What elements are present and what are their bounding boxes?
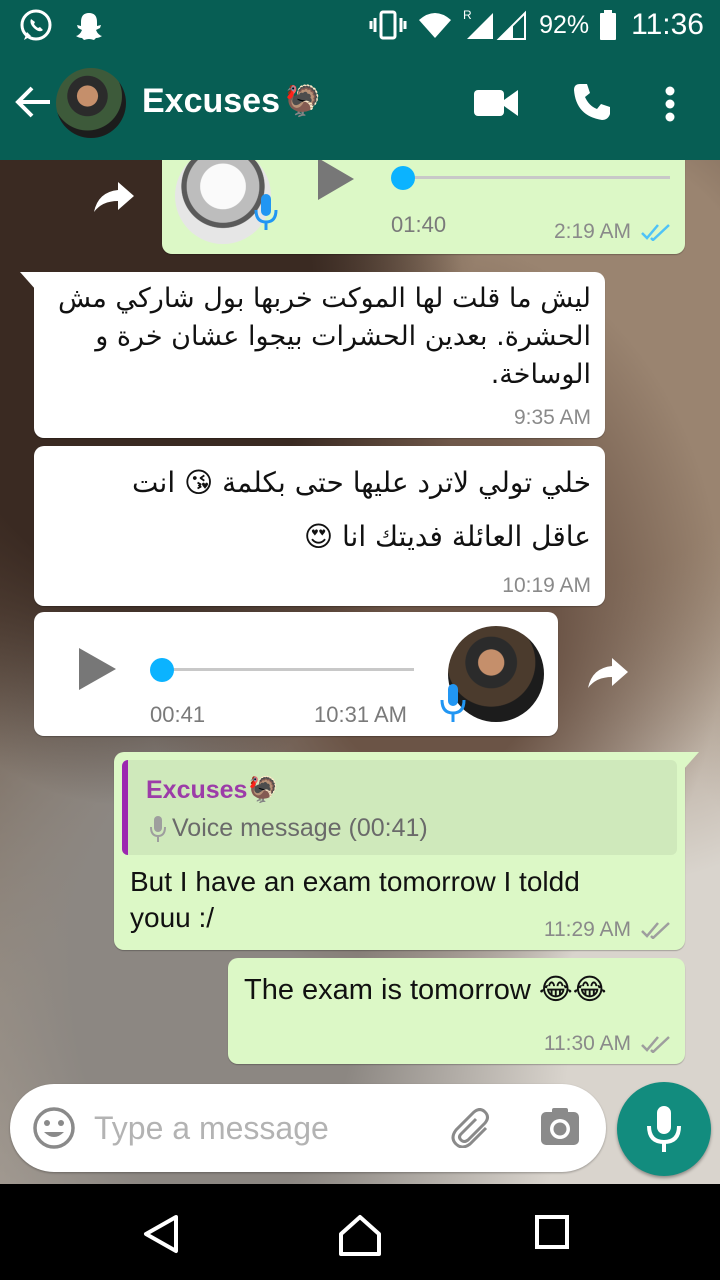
home-icon[interactable] <box>338 1214 382 1256</box>
turkey-emoji: 🦃 <box>284 85 322 118</box>
message-text-outgoing[interactable]: The exam is tomorrow 😂😂 11:30 AM <box>228 958 685 1064</box>
status-clock: 11:36 <box>631 8 704 41</box>
voice-progress-knob[interactable] <box>150 658 174 682</box>
message-body: The exam is tomorrow 😂😂 <box>244 974 607 1006</box>
message-text-incoming[interactable]: ليش ما قلت لها الموكت خربها بول شاركي مش… <box>20 272 605 438</box>
wifi-icon <box>419 13 452 38</box>
camera-icon[interactable] <box>540 1108 580 1146</box>
recents-icon[interactable] <box>534 1214 570 1250</box>
forward-icon[interactable] <box>586 652 630 692</box>
vibrate-icon <box>369 10 407 40</box>
voice-duration: 01:40 <box>391 212 447 237</box>
contact-name[interactable]: Excuses 🦃 <box>142 82 321 121</box>
back-arrow-icon[interactable] <box>14 84 52 120</box>
emoji-icon[interactable] <box>32 1106 76 1150</box>
quoted-text: Voice message (00:41) <box>150 814 428 843</box>
quoted-text-label: Voice message (00:41) <box>172 814 428 842</box>
video-call-icon[interactable] <box>474 88 518 118</box>
mic-icon <box>647 1106 681 1152</box>
voice-progress-track[interactable] <box>398 176 670 179</box>
system-nav-bar <box>0 1184 720 1280</box>
signal-icon: R <box>463 9 527 40</box>
message-voice-incoming[interactable]: 00:41 10:31 AM <box>34 612 558 736</box>
delivered-ticks-icon <box>641 1036 670 1053</box>
message-line: خلي تولي لاترد عليها حتى بكلمة 😘 انت <box>132 466 591 499</box>
roaming-indicator: R <box>463 9 472 22</box>
voice-progress-track[interactable] <box>162 668 414 671</box>
battery-icon <box>600 10 617 40</box>
more-vert-icon[interactable] <box>664 86 676 122</box>
status-bar: R 92% 11:36 <box>0 0 720 48</box>
message-composer <box>10 1084 606 1172</box>
message-line: الحشرة. بعدين الحشرات بيجوا عشان خرة و <box>95 321 591 352</box>
attach-icon[interactable] <box>450 1108 494 1148</box>
play-icon[interactable] <box>318 160 354 200</box>
phone-icon[interactable] <box>572 82 612 122</box>
message-time: 11:29 AM <box>543 918 631 941</box>
bubble-tail <box>20 272 36 290</box>
delivered-ticks-icon <box>641 922 670 939</box>
chat-header: Excuses 🦃 <box>0 48 720 160</box>
voice-progress-knob[interactable] <box>391 166 415 190</box>
message-input[interactable] <box>94 1102 424 1154</box>
message-text-incoming[interactable]: خلي تولي لاترد عليها حتى بكلمة 😘 انت عاق… <box>34 446 605 606</box>
message-voice-outgoing[interactable]: 01:40 2:19 AM <box>162 160 685 254</box>
voice-duration: 00:41 <box>150 702 206 727</box>
message-line: ليش ما قلت لها الموكت خربها بول شاركي مش <box>57 283 591 314</box>
mic-icon <box>150 815 166 842</box>
play-icon[interactable] <box>79 648 116 690</box>
message-time: 2:19 AM <box>553 220 631 243</box>
message-body: ليش ما قلت لها الموكت خربها بول شاركي مش… <box>51 280 591 394</box>
message-time: 9:35 AM <box>513 406 591 429</box>
quoted-message[interactable]: Excuses🦃 Voice message (00:41) <box>122 760 677 855</box>
snapchat-icon <box>76 13 102 40</box>
message-body: خلي تولي لاترد عليها حتى بكلمة 😘 انت عاق… <box>51 456 591 564</box>
message-line: عاقل العائلة فديتك انا 😍 <box>303 520 591 553</box>
quoted-sender: Excuses🦃 <box>146 776 279 804</box>
message-time: 10:31 AM <box>314 702 407 727</box>
forward-icon[interactable] <box>92 176 136 216</box>
chat-area[interactable]: 01:40 2:19 AM ليش ما قلت لها الموكت خربه… <box>0 160 720 1184</box>
contact-avatar[interactable] <box>56 68 126 138</box>
back-triangle-icon[interactable] <box>142 1214 180 1254</box>
message-time: 10:19 AM <box>502 574 591 597</box>
contact-name-text: Excuses <box>142 82 280 120</box>
message-time: 11:30 AM <box>543 1032 631 1055</box>
mic-icon <box>440 684 466 722</box>
battery-percent: 92% <box>539 10 590 39</box>
voice-record-button[interactable] <box>617 1082 711 1176</box>
message-line: الوساخة. <box>490 359 591 390</box>
message-line: But I have an exam tomorrow I toldd <box>130 866 580 897</box>
mic-icon <box>254 194 278 230</box>
read-ticks-icon <box>641 224 670 241</box>
message-reply-outgoing[interactable]: Excuses🦃 Voice message (00:41) But I hav… <box>114 752 699 950</box>
bubble-tail <box>683 752 699 770</box>
whatsapp-icon <box>20 9 52 41</box>
